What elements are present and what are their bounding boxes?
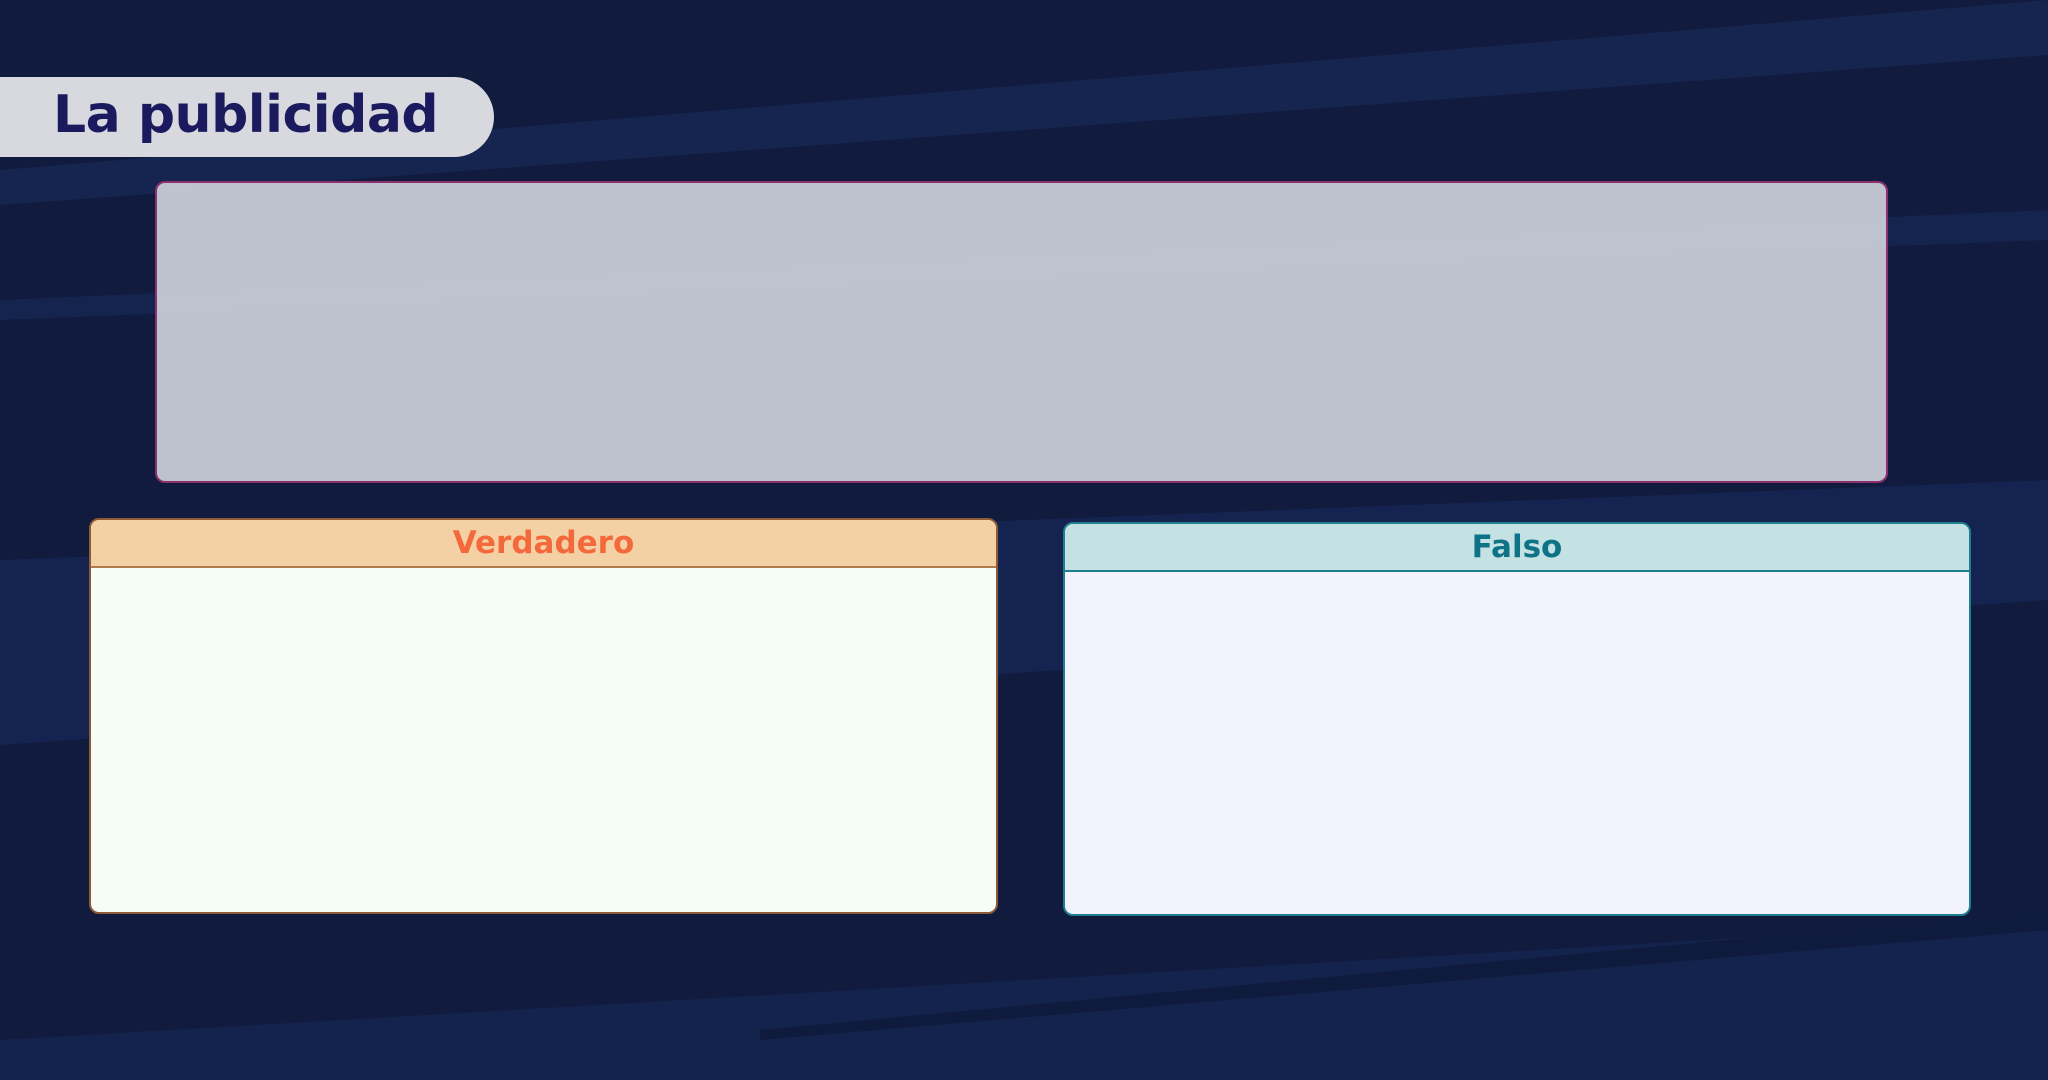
false-panel-label: Falso: [1471, 529, 1563, 565]
slide-title: La publicidad: [53, 85, 439, 145]
true-drop-area[interactable]: [91, 568, 996, 912]
false-drop-area[interactable]: [1065, 572, 1969, 914]
false-panel[interactable]: Falso: [1063, 522, 1971, 916]
slide-canvas: La publicidad Verdadero Falso: [0, 0, 2048, 1080]
true-panel-label: Verdadero: [452, 525, 635, 561]
false-panel-header: Falso: [1065, 524, 1969, 572]
true-panel-header: Verdadero: [91, 520, 996, 568]
true-panel[interactable]: Verdadero: [89, 518, 998, 914]
title-banner: La publicidad: [0, 77, 494, 157]
statement-area[interactable]: [155, 181, 1888, 483]
